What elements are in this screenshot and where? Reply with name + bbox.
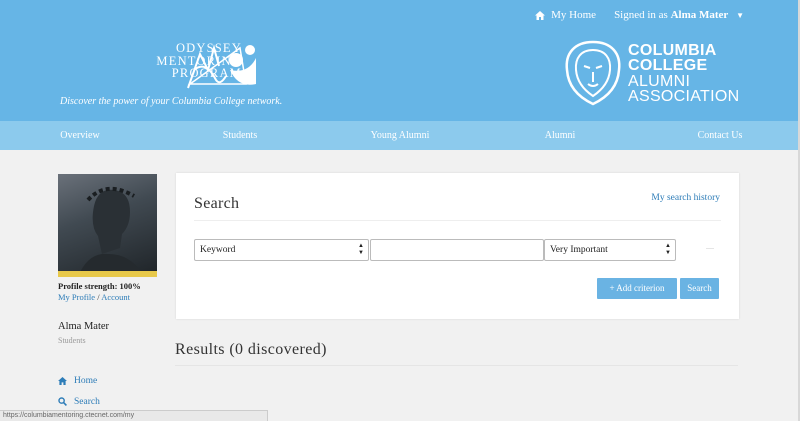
account-menu[interactable]: Signed in as Alma Mater ▼	[614, 9, 744, 21]
lion-icon	[565, 40, 621, 106]
home-icon	[535, 10, 546, 20]
results-heading: Results (0 discovered)	[175, 341, 327, 358]
nav-students[interactable]: Students	[160, 121, 320, 150]
sidebar-user-role: Students	[58, 336, 86, 345]
browser-status-bar: https://columbiamentoring.ctecnet.com/my	[0, 410, 268, 421]
ccaa-logo[interactable]: COLUMBIA COLLEGE ALUMNI ASSOCIATION	[562, 40, 762, 110]
nav-overview[interactable]: Overview	[0, 121, 160, 150]
ccaa-title: COLUMBIA COLLEGE	[628, 42, 717, 74]
signed-in-prefix: Signed in as	[614, 9, 668, 21]
sidebar-user-name: Alma Mater	[58, 321, 110, 332]
select-arrows-icon: ▲ ▼	[358, 243, 364, 256]
link-separator: /	[97, 292, 100, 302]
profile-strength: Profile strength: 100%	[58, 281, 141, 291]
odyssey-logo[interactable]: ODYSSEY MENTORING PROGRAM Discover the p…	[60, 42, 300, 112]
my-home-label: My Home	[551, 9, 597, 21]
add-criterion-label: Add criterion	[616, 283, 665, 293]
add-criterion-button[interactable]: + Add criterion	[597, 278, 677, 299]
my-profile-link[interactable]: My Profile	[58, 292, 95, 302]
criterion-field-select[interactable]: Keyword ▲ ▼	[194, 239, 369, 261]
nav-young-alumni[interactable]: Young Alumni	[320, 121, 480, 150]
my-home-link[interactable]: My Home	[535, 9, 596, 21]
keyword-input[interactable]	[370, 239, 544, 261]
search-panel: Search My search history Keyword ▲ ▼ Very…	[176, 173, 739, 319]
search-button[interactable]: Search	[680, 278, 719, 299]
ccaa-line-2: COLLEGE	[628, 57, 708, 74]
signed-in-user: Alma Mater	[670, 9, 729, 21]
sidebar-item-home[interactable]: Home	[58, 370, 100, 391]
search-history-link[interactable]: My search history	[651, 193, 720, 203]
account-link[interactable]: Account	[101, 292, 130, 302]
select-arrows-icon: ▲ ▼	[665, 243, 671, 256]
avatar[interactable]	[58, 174, 157, 277]
importance-select[interactable]: Very Important ▲ ▼	[544, 239, 676, 261]
sidebar-item-label: Search	[74, 396, 100, 407]
panel-divider	[194, 220, 721, 221]
criterion-field-value: Keyword	[200, 245, 236, 255]
statue-photo	[58, 187, 157, 277]
ccaa-line-4: ASSOCIATION	[628, 88, 740, 105]
nav-alumni[interactable]: Alumni	[480, 121, 640, 150]
importance-value: Very Important	[550, 245, 608, 255]
home-icon	[58, 376, 67, 385]
site-header: My Home Signed in as Alma Mater ▼ ODYSSE…	[0, 0, 800, 121]
ccaa-line-3: ALUMNI	[628, 73, 691, 90]
ccaa-line-1: COLUMBIA	[628, 42, 717, 59]
sidebar-item-label: Home	[74, 375, 98, 386]
sidebar-menu: Home Search	[58, 370, 100, 412]
user-topbar: My Home Signed in as Alma Mater ▼	[535, 9, 744, 21]
odyssey-mark-icon	[187, 44, 256, 89]
caret-down-icon: ▼	[736, 11, 744, 20]
odyssey-tagline: Discover the power of your Columbia Coll…	[60, 96, 283, 107]
sidebar-item-search[interactable]: Search	[58, 391, 100, 412]
search-icon	[58, 397, 67, 406]
ccaa-subtitle: ALUMNI ASSOCIATION	[628, 73, 740, 105]
search-title: Search	[194, 195, 240, 212]
results-divider	[175, 365, 738, 366]
nav-contact-us[interactable]: Contact Us	[640, 121, 800, 150]
profile-links: My Profile / Account	[58, 292, 130, 302]
remove-criterion-icon[interactable]	[706, 248, 714, 249]
main-nav: Overview Students Young Alumni Alumni Co…	[0, 121, 800, 150]
